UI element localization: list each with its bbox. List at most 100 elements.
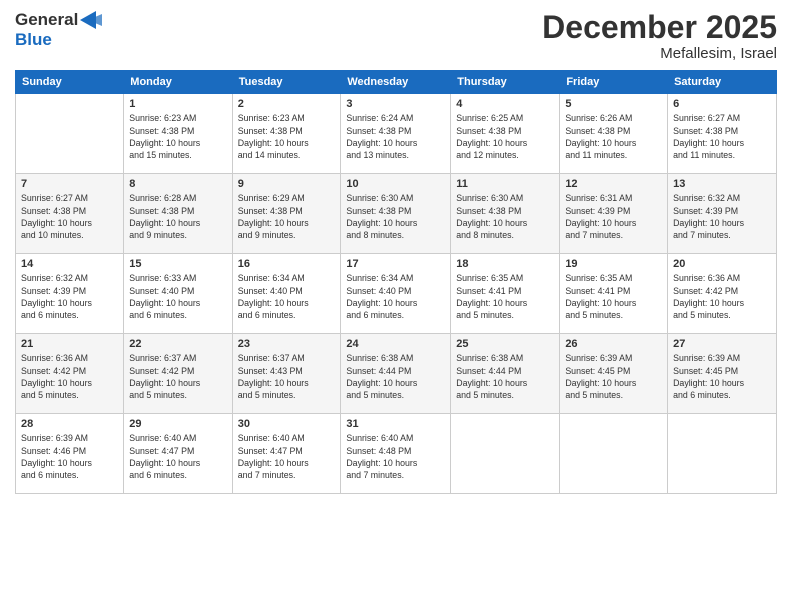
day-info: Sunrise: 6:23 AM Sunset: 4:38 PM Dayligh… (129, 112, 226, 161)
calendar-cell: 24 Sunrise: 6:38 AM Sunset: 4:44 PM Dayli… (341, 334, 451, 414)
day-info: Sunrise: 6:36 AM Sunset: 4:42 PM Dayligh… (21, 352, 118, 401)
calendar-cell (560, 414, 668, 494)
calendar-cell: 3 Sunrise: 6:24 AM Sunset: 4:38 PM Daylig… (341, 94, 451, 174)
day-number: 18 (456, 258, 554, 270)
day-number: 16 (238, 258, 336, 270)
day-info: Sunrise: 6:26 AM Sunset: 4:38 PM Dayligh… (565, 112, 662, 161)
day-number: 7 (21, 178, 118, 190)
day-number: 31 (346, 418, 445, 430)
day-number: 23 (238, 338, 336, 350)
day-number: 4 (456, 98, 554, 110)
day-number: 10 (346, 178, 445, 190)
day-number: 27 (673, 338, 771, 350)
day-info: Sunrise: 6:24 AM Sunset: 4:38 PM Dayligh… (346, 112, 445, 161)
day-number: 8 (129, 178, 226, 190)
calendar-cell: 28 Sunrise: 6:39 AM Sunset: 4:46 PM Dayli… (16, 414, 124, 494)
day-info: Sunrise: 6:23 AM Sunset: 4:38 PM Dayligh… (238, 112, 336, 161)
calendar-cell: 22 Sunrise: 6:37 AM Sunset: 4:42 PM Dayli… (124, 334, 232, 414)
day-info: Sunrise: 6:29 AM Sunset: 4:38 PM Dayligh… (238, 192, 336, 241)
day-number: 3 (346, 98, 445, 110)
calendar-cell: 27 Sunrise: 6:39 AM Sunset: 4:45 PM Dayli… (668, 334, 777, 414)
calendar-cell: 30 Sunrise: 6:40 AM Sunset: 4:47 PM Dayli… (232, 414, 341, 494)
title-block: December 2025 Mefallesim, Israel (542, 10, 777, 62)
calendar-cell: 13 Sunrise: 6:32 AM Sunset: 4:39 PM Dayli… (668, 174, 777, 254)
day-info: Sunrise: 6:30 AM Sunset: 4:38 PM Dayligh… (346, 192, 445, 241)
calendar-cell: 7 Sunrise: 6:27 AM Sunset: 4:38 PM Daylig… (16, 174, 124, 254)
calendar-cell: 15Sunrise: 6:33 AM Sunset: 4:40 PM Dayli… (124, 254, 232, 334)
calendar-header: Sunday Monday Tuesday Wednesday Thursday… (16, 71, 777, 94)
day-info: Sunrise: 6:32 AM Sunset: 4:39 PM Dayligh… (673, 192, 771, 241)
day-info: Sunrise: 6:30 AM Sunset: 4:38 PM Dayligh… (456, 192, 554, 241)
day-number: 12 (565, 178, 662, 190)
day-info: Sunrise: 6:35 AM Sunset: 4:41 PM Dayligh… (456, 272, 554, 321)
day-info: Sunrise: 6:37 AM Sunset: 4:42 PM Dayligh… (129, 352, 226, 401)
day-number: 28 (21, 418, 118, 430)
day-number: 2 (238, 98, 336, 110)
day-info: Sunrise: 6:28 AM Sunset: 4:38 PM Dayligh… (129, 192, 226, 241)
day-info: Sunrise: 6:31 AM Sunset: 4:39 PM Dayligh… (565, 192, 662, 241)
day-number: 30 (238, 418, 336, 430)
day-info: Sunrise: 6:39 AM Sunset: 4:46 PM Dayligh… (21, 432, 118, 481)
logo-general: General (15, 10, 78, 30)
location: Mefallesim, Israel (542, 45, 777, 62)
page: General Blue December 2025 Mefallesim, I… (0, 0, 792, 612)
logo-blue: Blue (15, 30, 52, 50)
day-info: Sunrise: 6:39 AM Sunset: 4:45 PM Dayligh… (673, 352, 771, 401)
calendar-cell: 8 Sunrise: 6:28 AM Sunset: 4:38 PM Daylig… (124, 174, 232, 254)
logo: General Blue (15, 10, 102, 49)
col-tuesday: Tuesday (232, 71, 341, 94)
day-number: 25 (456, 338, 554, 350)
day-number: 20 (673, 258, 771, 270)
calendar-body: 1 Sunrise: 6:23 AM Sunset: 4:38 PM Daylig… (16, 94, 777, 494)
col-friday: Friday (560, 71, 668, 94)
calendar-cell: 26Sunrise: 6:39 AM Sunset: 4:45 PM Dayli… (560, 334, 668, 414)
calendar-cell: 10 Sunrise: 6:30 AM Sunset: 4:38 PM Dayli… (341, 174, 451, 254)
calendar-week-4: 28 Sunrise: 6:39 AM Sunset: 4:46 PM Dayli… (16, 414, 777, 494)
day-info: Sunrise: 6:40 AM Sunset: 4:48 PM Dayligh… (346, 432, 445, 481)
day-info: Sunrise: 6:27 AM Sunset: 4:38 PM Dayligh… (673, 112, 771, 161)
day-info: Sunrise: 6:34 AM Sunset: 4:40 PM Dayligh… (346, 272, 445, 321)
day-number: 1 (129, 98, 226, 110)
day-number: 26 (565, 338, 662, 350)
calendar-cell: 17 Sunrise: 6:34 AM Sunset: 4:40 PM Dayli… (341, 254, 451, 334)
day-info: Sunrise: 6:34 AM Sunset: 4:40 PM Dayligh… (238, 272, 336, 321)
calendar-cell: 20Sunrise: 6:36 AM Sunset: 4:42 PM Dayli… (668, 254, 777, 334)
day-number: 22 (129, 338, 226, 350)
calendar-cell (668, 414, 777, 494)
calendar-week-1: 7 Sunrise: 6:27 AM Sunset: 4:38 PM Daylig… (16, 174, 777, 254)
logo-bird-icon (80, 11, 102, 29)
calendar-cell: 23Sunrise: 6:37 AM Sunset: 4:43 PM Dayli… (232, 334, 341, 414)
header-row: Sunday Monday Tuesday Wednesday Thursday… (16, 71, 777, 94)
col-monday: Monday (124, 71, 232, 94)
calendar-cell (451, 414, 560, 494)
calendar-week-2: 14 Sunrise: 6:32 AM Sunset: 4:39 PM Dayli… (16, 254, 777, 334)
day-number: 6 (673, 98, 771, 110)
day-number: 19 (565, 258, 662, 270)
header: General Blue December 2025 Mefallesim, I… (15, 10, 777, 62)
calendar-cell: 16 Sunrise: 6:34 AM Sunset: 4:40 PM Dayli… (232, 254, 341, 334)
day-number: 11 (456, 178, 554, 190)
day-info: Sunrise: 6:38 AM Sunset: 4:44 PM Dayligh… (346, 352, 445, 401)
calendar-cell: 31 Sunrise: 6:40 AM Sunset: 4:48 PM Dayli… (341, 414, 451, 494)
calendar-cell: 29Sunrise: 6:40 AM Sunset: 4:47 PM Dayli… (124, 414, 232, 494)
calendar-cell: 11 Sunrise: 6:30 AM Sunset: 4:38 PM Dayli… (451, 174, 560, 254)
calendar-cell: 14 Sunrise: 6:32 AM Sunset: 4:39 PM Dayli… (16, 254, 124, 334)
col-thursday: Thursday (451, 71, 560, 94)
day-info: Sunrise: 6:27 AM Sunset: 4:38 PM Dayligh… (21, 192, 118, 241)
calendar-cell: 1 Sunrise: 6:23 AM Sunset: 4:38 PM Daylig… (124, 94, 232, 174)
day-info: Sunrise: 6:32 AM Sunset: 4:39 PM Dayligh… (21, 272, 118, 321)
day-number: 17 (346, 258, 445, 270)
day-number: 14 (21, 258, 118, 270)
calendar-cell: 2 Sunrise: 6:23 AM Sunset: 4:38 PM Daylig… (232, 94, 341, 174)
calendar-table: Sunday Monday Tuesday Wednesday Thursday… (15, 70, 777, 494)
calendar-cell: 4Sunrise: 6:25 AM Sunset: 4:38 PM Daylig… (451, 94, 560, 174)
calendar-week-3: 21Sunrise: 6:36 AM Sunset: 4:42 PM Dayli… (16, 334, 777, 414)
day-info: Sunrise: 6:40 AM Sunset: 4:47 PM Dayligh… (238, 432, 336, 481)
day-number: 9 (238, 178, 336, 190)
col-sunday: Sunday (16, 71, 124, 94)
day-number: 13 (673, 178, 771, 190)
day-info: Sunrise: 6:40 AM Sunset: 4:47 PM Dayligh… (129, 432, 226, 481)
day-number: 24 (346, 338, 445, 350)
col-wednesday: Wednesday (341, 71, 451, 94)
calendar-cell: 21Sunrise: 6:36 AM Sunset: 4:42 PM Dayli… (16, 334, 124, 414)
